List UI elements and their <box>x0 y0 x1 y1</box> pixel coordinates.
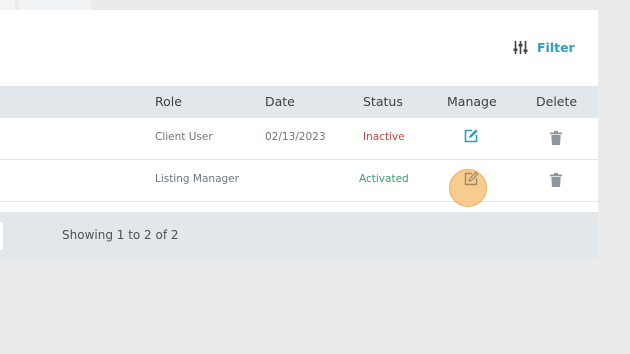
column-header-role[interactable]: Role <box>155 94 182 109</box>
pagination-summary: Showing 1 to 2 of 2 <box>62 228 179 242</box>
table-row: Client User 02/13/2023 Inactive <box>0 118 598 160</box>
edit-icon[interactable] <box>463 128 479 144</box>
edit-icon[interactable] <box>463 171 479 187</box>
role-cell: Client User <box>155 131 213 143</box>
filter-label: Filter <box>537 40 575 55</box>
trash-icon[interactable] <box>550 173 562 187</box>
role-cell: Listing Manager <box>155 173 239 185</box>
tab-stub[interactable] <box>19 0 91 10</box>
filter-button[interactable]: Filter <box>513 40 575 55</box>
sliders-icon <box>513 41 528 54</box>
column-header-manage: Manage <box>447 94 497 109</box>
table-footer: Showing 1 to 2 of 2 <box>0 212 598 259</box>
status-badge: Inactive <box>363 131 405 143</box>
status-badge: Activated <box>359 173 409 185</box>
column-header-date[interactable]: Date <box>265 94 295 109</box>
column-header-delete: Delete <box>536 94 578 109</box>
date-cell: 02/13/2023 <box>265 131 326 143</box>
column-header-status[interactable]: Status <box>363 94 403 109</box>
page-size-select[interactable] <box>0 222 3 250</box>
tab-left-stub <box>0 0 15 10</box>
table-row: Listing Manager Activated <box>0 160 598 202</box>
table-toolbar: Filter <box>0 10 598 86</box>
trash-icon[interactable] <box>550 131 562 145</box>
table-header: Role Date Status Manage Delete <box>0 86 598 118</box>
users-table-card: Filter Role Date Status Manage Delete Cl… <box>0 10 598 259</box>
